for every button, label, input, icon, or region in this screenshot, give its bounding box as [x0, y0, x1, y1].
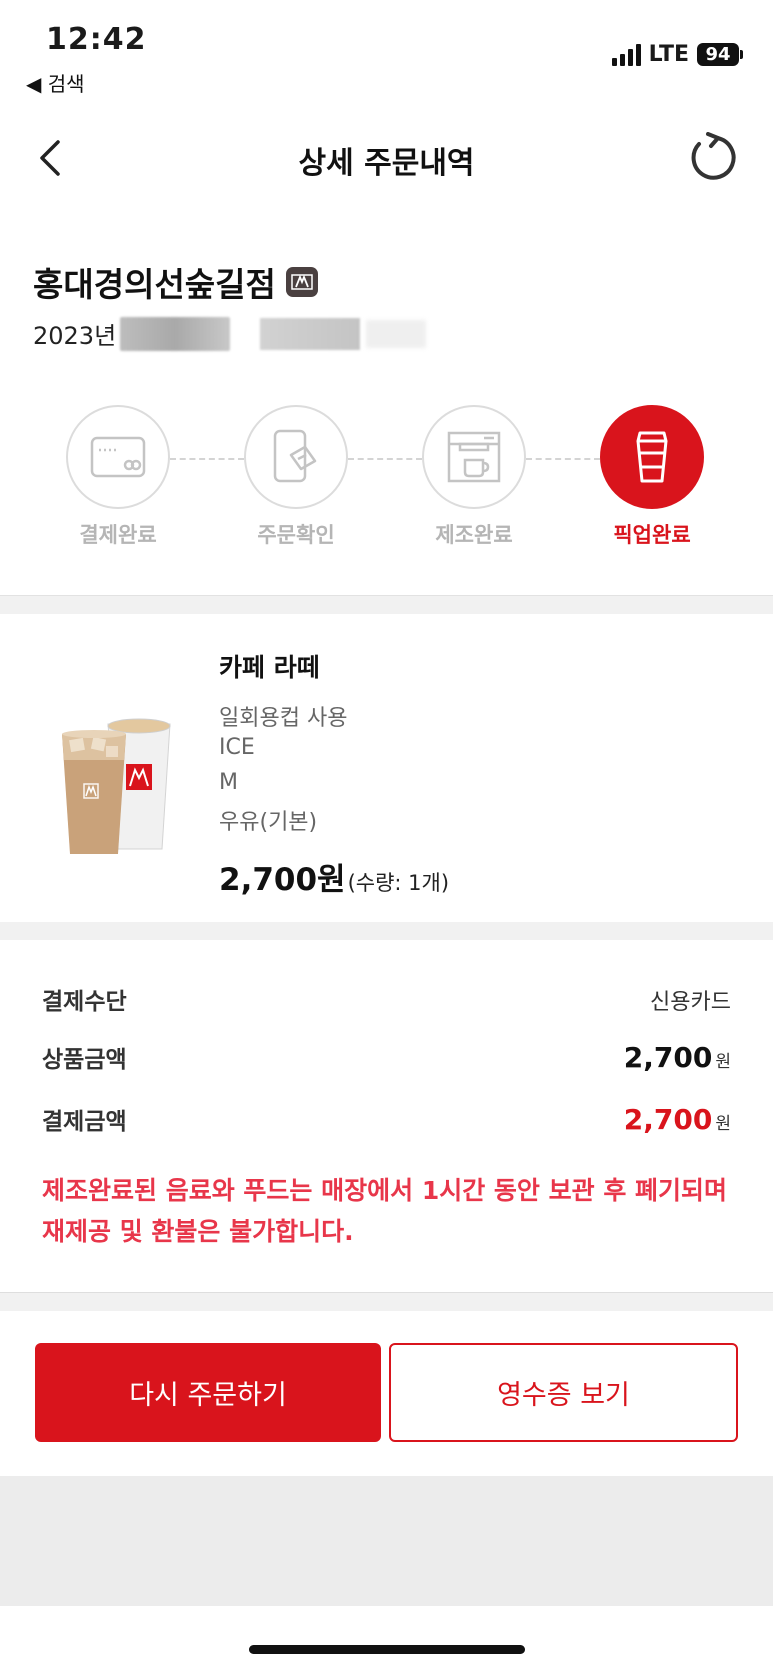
step-label: 주문확인: [257, 523, 335, 547]
battery-level: 94: [697, 43, 739, 66]
bottom-background: [0, 1476, 773, 1606]
item-option: 일회용컵 사용: [219, 706, 348, 731]
header: 상세 주문내역: [0, 118, 773, 198]
view-receipt-button[interactable]: 영수증 보기: [389, 1343, 738, 1442]
action-bar: 다시 주문하기 영수증 보기: [0, 1311, 773, 1476]
redacted-block: [120, 316, 231, 351]
payment-summary: 결제수단 신용카드 상품금액 2,700 원 결제금액 2,700 원 제조완료된 …: [0, 940, 773, 1292]
item-option: ICE: [219, 735, 255, 760]
cup-icon: [636, 431, 668, 483]
item-price-row: 2,700원 (수량: 1개): [219, 854, 449, 899]
step-brewing-complete: 제조완료: [422, 405, 526, 549]
disposal-notice: 제조완료된 음료와 푸드는 매장에서 1시간 동안 보관 후 폐기되며 재제공 …: [42, 1176, 728, 1246]
payment-method-row: 결제수단 신용카드: [42, 982, 731, 1016]
order-item: 카페 라떼 일회용컵 사용 ICE M 우유(기본) 2,700원 (수량: 1…: [0, 614, 773, 922]
redacted-block: [366, 319, 427, 348]
cafe-latte-image: [62, 718, 171, 854]
item-name: 카페 라떼: [219, 653, 320, 682]
back-to-search-link[interactable]: ◀ 검색: [26, 68, 85, 97]
battery-icon: 94: [697, 43, 743, 66]
item-option: 우유(기본): [219, 810, 318, 835]
product-amount-row: 상품금액 2,700 원: [42, 1040, 731, 1074]
network-type: LTE: [648, 42, 689, 67]
store-info: 홍대경의선숲길점: [33, 258, 318, 306]
currency-unit: 원: [715, 1114, 731, 1134]
reorder-button[interactable]: 다시 주문하기: [35, 1343, 381, 1442]
refresh-button[interactable]: [687, 132, 737, 182]
status-time: 12:42: [46, 22, 147, 57]
home-indicator[interactable]: [249, 1645, 525, 1654]
payment-method-value: 신용카드: [650, 990, 731, 1015]
brand-logo-icon: [285, 267, 318, 297]
total-amount-row: 결제금액 2,700 원: [42, 1102, 731, 1136]
step-label: 결제완료: [79, 523, 157, 547]
item-quantity: (수량: 1개): [347, 871, 450, 895]
status-indicators: LTE 94: [611, 42, 743, 67]
total-amount-label: 결제금액: [42, 1109, 127, 1135]
step-label: 픽업완료: [613, 523, 691, 547]
product-amount-label: 상품금액: [42, 1047, 127, 1073]
order-date-prefix: 2023년: [33, 322, 117, 350]
item-option: M: [219, 770, 238, 795]
refresh-icon: [691, 132, 736, 180]
phone-order-icon: [273, 429, 317, 483]
redacted-block: [260, 317, 361, 350]
step-payment-complete: 결제완료: [66, 405, 170, 549]
currency-unit: 원: [715, 1052, 731, 1072]
item-price: 2,700원: [219, 862, 346, 898]
section-divider: [0, 922, 773, 940]
coffee-machine-icon: [447, 431, 501, 483]
order-date: 2023년: [33, 316, 427, 351]
section-divider: [0, 595, 773, 614]
product-amount: 2,700: [623, 1041, 713, 1074]
page-title: 상세 주문내역: [298, 146, 475, 181]
order-progress: 결제완료 주문확인 제조완료 픽업완료: [66, 405, 706, 547]
card-icon: [90, 436, 146, 478]
store-name: 홍대경의선숲길점: [33, 265, 276, 304]
section-divider: [0, 1292, 773, 1311]
step-order-confirmed: 주문확인: [244, 405, 348, 549]
status-bar: 12:42 ◀ 검색 LTE 94: [0, 0, 773, 110]
total-amount: 2,700: [623, 1103, 713, 1136]
payment-method-label: 결제수단: [42, 989, 127, 1015]
step-pickup-complete: 픽업완료: [600, 405, 704, 549]
step-label: 제조완료: [435, 523, 513, 547]
signal-icon: [611, 43, 641, 66]
